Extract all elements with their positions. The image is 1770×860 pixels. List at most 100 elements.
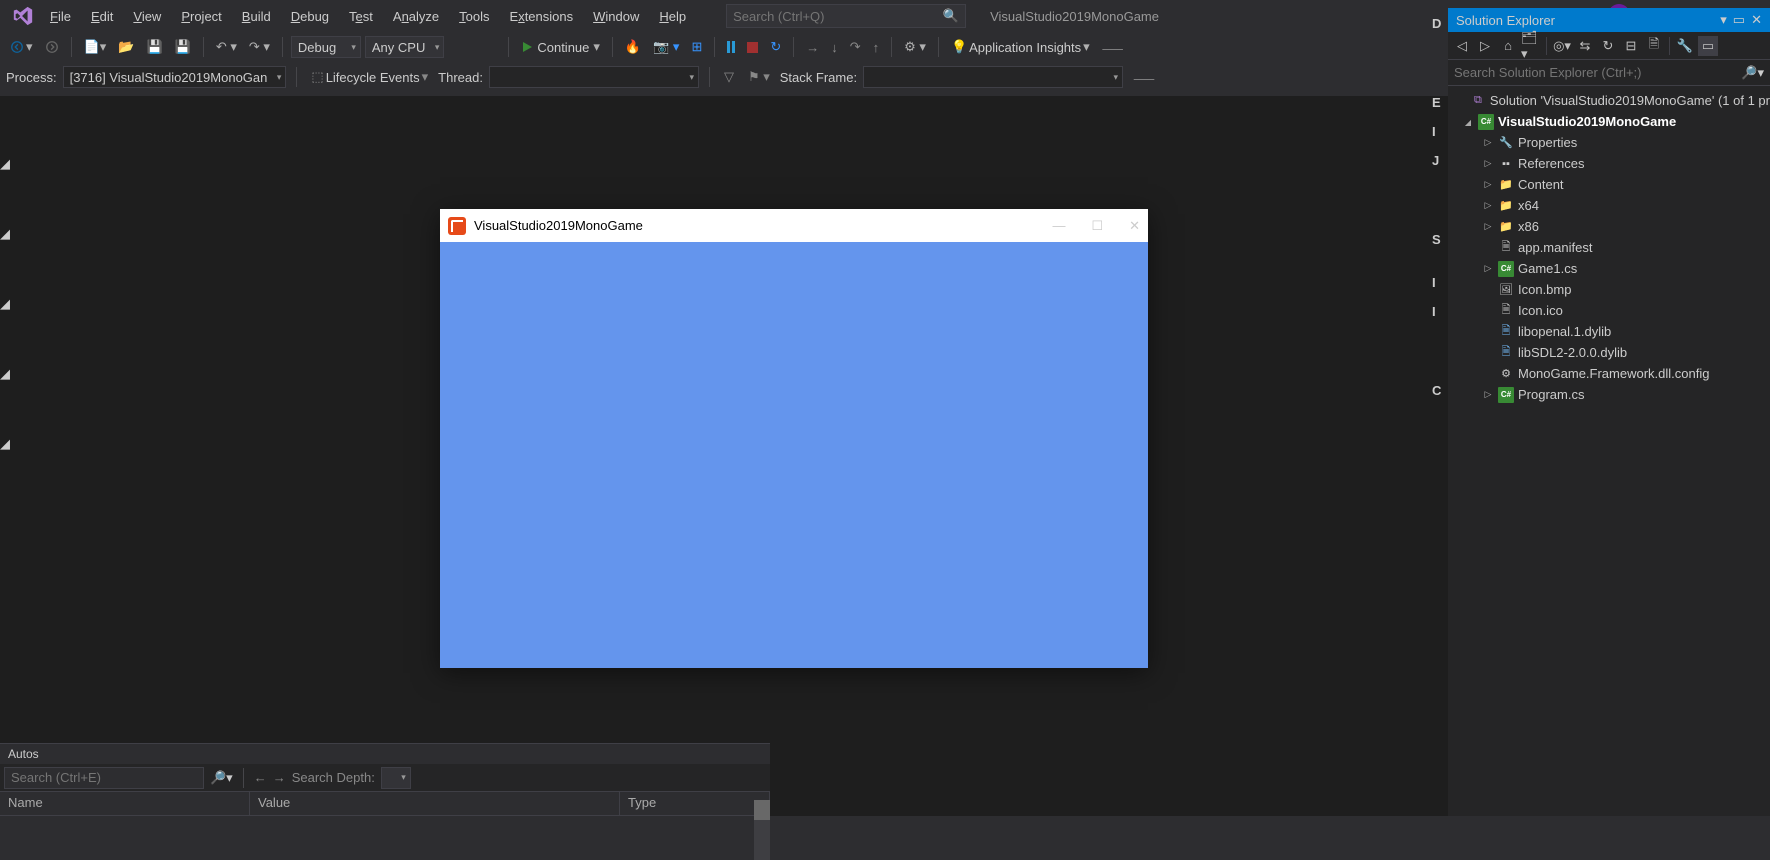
references-node[interactable]: ▪▪ References [1448, 153, 1770, 174]
redo-button[interactable]: ↷ ▾ [245, 37, 274, 57]
quick-launch-input[interactable] [733, 9, 943, 24]
game-minimize-button[interactable]: — [1052, 218, 1065, 234]
menu-analyze[interactable]: Analyze [383, 5, 449, 28]
panel-menu-icon[interactable]: ▾ [1720, 12, 1727, 28]
panel-close-icon[interactable]: ✕ [1751, 12, 1762, 28]
save-all-button[interactable]: 💾 [171, 37, 195, 57]
menu-help[interactable]: Help [649, 5, 696, 28]
solution-explorer-title[interactable]: Solution Explorer ▾ ▭ ✕ [1448, 8, 1770, 32]
refresh-icon[interactable]: ↻ [1598, 36, 1618, 56]
restart-button[interactable]: ↻ [766, 37, 785, 57]
undo-button[interactable]: ↶ ▾ [212, 37, 241, 57]
nav-back-button[interactable]: ▾ [6, 37, 37, 57]
show-all-files-icon[interactable]: 🗎 [1644, 36, 1664, 56]
continue-button[interactable]: Continue ▾ [517, 37, 604, 57]
x64-folder-node[interactable]: 📁 x64 [1448, 195, 1770, 216]
properties-icon[interactable]: 🔧 [1675, 36, 1695, 56]
solution-explorer-search[interactable]: 🔎▾ [1448, 60, 1770, 86]
break-all-button[interactable] [723, 39, 739, 55]
game-maximize-button[interactable]: ☐ [1091, 218, 1103, 234]
autos-panel-title: Autos [0, 744, 770, 764]
solution-icon: ⧉ [1470, 93, 1486, 109]
menu-edit[interactable]: Edit [81, 5, 123, 28]
new-project-button[interactable]: 📄▾ [80, 37, 111, 57]
toolbar-overflow[interactable]: ⸺ [1098, 36, 1128, 59]
stop-debugging-button[interactable] [743, 40, 762, 55]
app-manifest-node[interactable]: 🗎 app.manifest [1448, 237, 1770, 258]
panel-pin-icon[interactable]: ▭ [1733, 12, 1745, 28]
pending-changes-filter-icon[interactable]: ◎▾ [1552, 36, 1572, 56]
icon-ico-node[interactable]: 🗎 Icon.ico [1448, 300, 1770, 321]
step-out-button[interactable]: ↑ [869, 38, 884, 57]
left-collapsed-tabs[interactable]: ◢◢◢◢◢ [0, 156, 12, 506]
mg-config-node[interactable]: ⚙ MonoGame.Framework.dll.config [1448, 363, 1770, 384]
menu-tools[interactable]: Tools [449, 5, 499, 28]
libopenal-node[interactable]: 🗎 libopenal.1.dylib [1448, 321, 1770, 342]
icon-bmp-node[interactable]: 🖼 Icon.bmp [1448, 279, 1770, 300]
libsdl-node[interactable]: 🗎 libSDL2-2.0.0.dylib [1448, 342, 1770, 363]
screenshot-button[interactable]: 📷 ▾ [649, 37, 683, 57]
game-window-titlebar[interactable]: VisualStudio2019MonoGame — ☐ ✕ [440, 209, 1148, 242]
search-next-button[interactable]: → [273, 770, 286, 785]
collapse-all-icon[interactable]: ⊟ [1621, 36, 1641, 56]
step-into-button[interactable]: ↓ [827, 38, 842, 57]
step-over-button[interactable]: ↷ [846, 37, 865, 57]
open-file-button[interactable]: 📂 [114, 37, 138, 57]
quick-launch-search[interactable]: 🔍 [726, 4, 966, 28]
menu-window[interactable]: Window [583, 5, 649, 28]
debug-toolbar-overflow[interactable]: ⸺ [1129, 66, 1159, 89]
program-cs-node[interactable]: C# Program.cs [1448, 384, 1770, 405]
nav-forward-button[interactable] [41, 38, 63, 56]
game-close-button[interactable]: ✕ [1129, 218, 1140, 234]
platform-combo[interactable]: Any CPU [365, 36, 444, 58]
running-game-window[interactable]: VisualStudio2019MonoGame — ☐ ✕ [440, 209, 1148, 668]
sync-icon[interactable]: ⇆ [1575, 36, 1595, 56]
menu-view[interactable]: View [123, 5, 171, 28]
save-button[interactable]: 💾 [142, 37, 166, 57]
stack-frame-label: Stack Frame: [780, 70, 857, 85]
autos-column-headers: Name Value Type [0, 792, 770, 816]
home-icon[interactable]: ⌂ [1498, 36, 1518, 56]
menu-extensions[interactable]: Extensions [500, 5, 584, 28]
menu-project[interactable]: Project [171, 5, 231, 28]
stack-frame-combo[interactable] [863, 66, 1123, 88]
intellitrace-button[interactable]: ⚙ ▾ [900, 37, 930, 57]
hot-reload-button[interactable]: 🔥 [621, 37, 645, 57]
x86-folder-node[interactable]: 📁 x86 [1448, 216, 1770, 237]
filter-threads-button[interactable]: ▽ [720, 67, 738, 87]
right-collapsed-tabs[interactable]: DEIJSIIC [1432, 16, 1446, 462]
back-icon[interactable]: ◁ [1452, 36, 1472, 56]
properties-node[interactable]: 🔧 Properties [1448, 132, 1770, 153]
menu-build[interactable]: Build [232, 5, 281, 28]
content-folder-node[interactable]: 📁 Content [1448, 174, 1770, 195]
file-icon: 🗎 [1498, 303, 1514, 319]
process-combo[interactable]: [3716] VisualStudio2019MonoGan [63, 66, 287, 88]
thread-label: Thread: [438, 70, 483, 85]
folder-icon: 📁 [1498, 219, 1514, 235]
search-depth-combo[interactable] [381, 767, 411, 789]
menu-debug[interactable]: Debug [281, 5, 339, 28]
thread-combo[interactable] [489, 66, 699, 88]
autos-scrollbar[interactable] [754, 800, 770, 860]
col-type-header[interactable]: Type [620, 792, 770, 815]
search-prev-button[interactable]: ← [254, 770, 267, 785]
col-name-header[interactable]: Name [0, 792, 250, 815]
menu-file[interactable]: File [40, 5, 81, 28]
col-value-header[interactable]: Value [250, 792, 620, 815]
game1-cs-node[interactable]: C# Game1.cs [1448, 258, 1770, 279]
application-insights-button[interactable]: 💡 Application Insights ▾ [947, 37, 1094, 57]
project-node[interactable]: C# VisualStudio2019MonoGame [1448, 111, 1770, 132]
forward-icon[interactable]: ▷ [1475, 36, 1495, 56]
flag-threads-button[interactable]: ⚑ ▾ [744, 67, 774, 87]
diagnostic-button[interactable]: ⊞ [687, 37, 706, 57]
show-next-statement-button[interactable]: → [802, 38, 823, 57]
autos-search-input[interactable] [4, 767, 204, 789]
switch-views-icon[interactable]: 🗂▾ [1521, 36, 1541, 56]
search-icon: 🔍 [943, 8, 959, 24]
preview-selected-icon[interactable]: ▭ [1698, 36, 1718, 56]
menu-test[interactable]: Test [339, 5, 383, 28]
configuration-combo[interactable]: Debug [291, 36, 361, 58]
lifecycle-events-button[interactable]: ⬚ Lifecycle Events ▾ [307, 67, 432, 87]
solution-node[interactable]: ⧉ Solution 'VisualStudio2019MonoGame' (1… [1448, 90, 1770, 111]
solution-explorer-search-input[interactable] [1454, 65, 1741, 80]
